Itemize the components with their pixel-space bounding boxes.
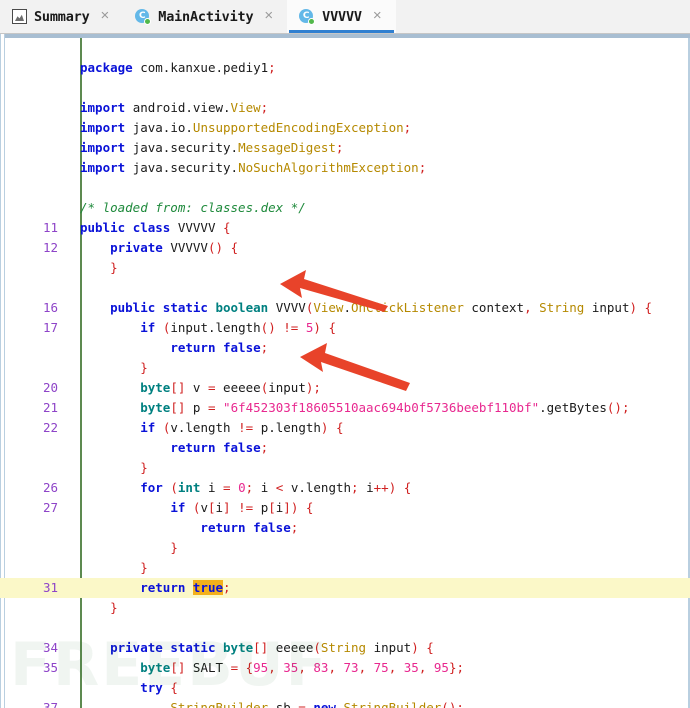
code-line[interactable]: [0, 618, 690, 638]
code-line[interactable]: }: [0, 358, 690, 378]
code-line[interactable]: 22 if (v.length != p.length) {: [0, 418, 690, 438]
code-line[interactable]: /* loaded from: classes.dex */: [0, 198, 690, 218]
code-line[interactable]: return false;: [0, 518, 690, 538]
code-text: import java.security.MessageDigest;: [68, 138, 343, 158]
code-line[interactable]: }: [0, 598, 690, 618]
code-text: package com.kanxue.pediy1;: [68, 58, 276, 78]
code-text: byte[] v = eeeee(input);: [68, 378, 321, 398]
code-line[interactable]: 27 if (v[i] != p[i]) {: [0, 498, 690, 518]
line-number: 27: [0, 498, 68, 518]
code-text: import java.security.NoSuchAlgorithmExce…: [68, 158, 426, 178]
code-line[interactable]: import android.view.View;: [0, 98, 690, 118]
code-line[interactable]: [0, 38, 690, 58]
code-text: byte[] p = "6f452303f18605510aac694b0f57…: [68, 398, 629, 418]
code-editor[interactable]: package com.kanxue.pediy1; import android…: [0, 34, 690, 708]
close-icon[interactable]: ×: [260, 8, 277, 25]
code-text: }: [68, 598, 118, 618]
code-text: }: [68, 558, 148, 578]
close-icon[interactable]: ×: [369, 8, 386, 25]
line-number: 35: [0, 658, 68, 678]
code-line[interactable]: [0, 278, 690, 298]
code-text: import java.io.UnsupportedEncodingExcept…: [68, 118, 411, 138]
code-text: /* loaded from: classes.dex */: [68, 198, 306, 218]
code-line[interactable]: return false;: [0, 438, 690, 458]
tab-vvvvv[interactable]: C VVVVV ×: [287, 0, 395, 33]
code-line[interactable]: 35 byte[] SALT = {95, 35, 83, 73, 75, 35…: [0, 658, 690, 678]
code-line[interactable]: 11public class VVVVV {: [0, 218, 690, 238]
code-line[interactable]: }: [0, 458, 690, 478]
code-line[interactable]: import java.io.UnsupportedEncodingExcept…: [0, 118, 690, 138]
code-text: try {: [68, 678, 178, 698]
code-line[interactable]: try {: [0, 678, 690, 698]
java-class-icon: C: [135, 9, 151, 25]
code-line[interactable]: 21 byte[] p = "6f452303f18605510aac694b0…: [0, 398, 690, 418]
image-summary-icon: [12, 9, 27, 24]
code-text: byte[] SALT = {95, 35, 83, 73, 75, 35, 9…: [68, 658, 464, 678]
line-number: 21: [0, 398, 68, 418]
line-number: 22: [0, 418, 68, 438]
code-text: public static boolean VVVV(View.OnClickL…: [68, 298, 652, 318]
code-line[interactable]: return false;: [0, 338, 690, 358]
line-number: 16: [0, 298, 68, 318]
code-line[interactable]: 26 for (int i = 0; i < v.length; i++) {: [0, 478, 690, 498]
tab-label: MainActivity: [158, 9, 253, 25]
close-icon[interactable]: ×: [97, 8, 114, 25]
tab-mainactivity[interactable]: C MainActivity ×: [123, 0, 287, 33]
code-line[interactable]: 37 StringBuilder sb = new StringBuilder(…: [0, 698, 690, 708]
java-class-icon-badge: [308, 18, 315, 25]
code-line[interactable]: import java.security.NoSuchAlgorithmExce…: [0, 158, 690, 178]
code-line[interactable]: }: [0, 258, 690, 278]
code-text: if (input.length() != 5) {: [68, 318, 336, 338]
code-line[interactable]: }: [0, 538, 690, 558]
code-line[interactable]: 31 return true;: [0, 578, 690, 598]
java-class-icon-badge: [144, 18, 151, 25]
code-line[interactable]: [0, 178, 690, 198]
line-number: 31: [0, 578, 68, 598]
line-number: 20: [0, 378, 68, 398]
tab-summary[interactable]: Summary ×: [0, 0, 123, 33]
code-text: for (int i = 0; i < v.length; i++) {: [68, 478, 411, 498]
code-text: return false;: [68, 518, 298, 538]
code-text: StringBuilder sb = new StringBuilder();: [68, 698, 464, 708]
code-text: public class VVVVV {: [68, 218, 231, 238]
code-text: import android.view.View;: [68, 98, 268, 118]
code-text: }: [68, 358, 148, 378]
line-number: 12: [0, 238, 68, 258]
code-text: return true;: [68, 578, 231, 598]
code-line[interactable]: 34 private static byte[] eeeee(String in…: [0, 638, 690, 658]
code-line[interactable]: 17 if (input.length() != 5) {: [0, 318, 690, 338]
code-text: return false;: [68, 338, 268, 358]
code-line[interactable]: import java.security.MessageDigest;: [0, 138, 690, 158]
code-text: if (v[i] != p[i]) {: [68, 498, 313, 518]
code-line[interactable]: package com.kanxue.pediy1;: [0, 58, 690, 78]
code-line[interactable]: 20 byte[] v = eeeee(input);: [0, 378, 690, 398]
tab-label: VVVVV: [322, 9, 362, 25]
line-number: 34: [0, 638, 68, 658]
code-line[interactable]: 16 public static boolean VVVV(View.OnCli…: [0, 298, 690, 318]
code-line[interactable]: [0, 78, 690, 98]
java-class-icon: C: [299, 9, 315, 25]
line-number: 17: [0, 318, 68, 338]
line-number: 26: [0, 478, 68, 498]
code-text: }: [68, 258, 118, 278]
editor-tab-bar: Summary × C MainActivity × C VVVVV ×: [0, 0, 690, 34]
code-line[interactable]: }: [0, 558, 690, 578]
code-text: private VVVVV() {: [68, 238, 238, 258]
code-text: private static byte[] eeeee(String input…: [68, 638, 434, 658]
code-lines[interactable]: package com.kanxue.pediy1; import android…: [0, 38, 690, 708]
code-text: if (v.length != p.length) {: [68, 418, 344, 438]
line-number: 37: [0, 698, 68, 708]
code-line[interactable]: 12 private VVVVV() {: [0, 238, 690, 258]
code-text: }: [68, 538, 178, 558]
line-number: 11: [0, 218, 68, 238]
code-text: }: [68, 458, 148, 478]
tab-label: Summary: [34, 9, 90, 25]
code-text: return false;: [68, 438, 268, 458]
